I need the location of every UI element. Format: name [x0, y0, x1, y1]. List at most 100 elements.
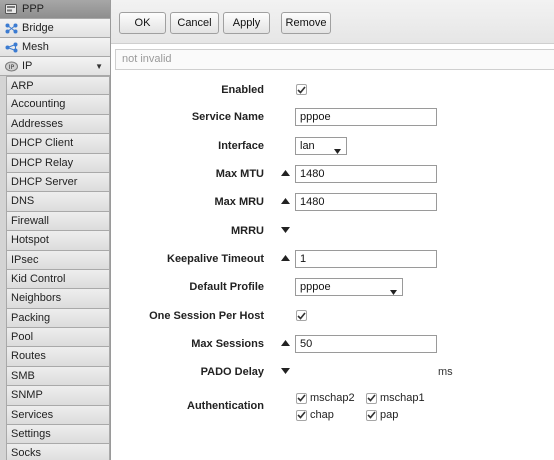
sidebar-item-smb[interactable]: SMB	[6, 366, 110, 387]
chevron-down-icon	[390, 284, 397, 300]
default-profile-row: Default Profile pppoe	[111, 278, 554, 298]
default-profile-label: Default Profile	[189, 281, 264, 293]
max-mru-label: Max MRU	[214, 196, 264, 208]
mesh-icon	[4, 41, 18, 53]
collapse-up-icon[interactable]	[281, 198, 291, 206]
service-name-label: Service Name	[191, 111, 264, 123]
authentication-label: Authentication	[187, 400, 264, 412]
pap-checkbox[interactable]	[366, 409, 377, 421]
apply-button[interactable]: Apply	[223, 12, 270, 34]
cancel-button[interactable]: Cancel	[170, 12, 219, 34]
bridge-icon	[4, 22, 18, 34]
sidebar-item-addresses[interactable]: Addresses	[6, 114, 110, 135]
sidebar-item-ipsec[interactable]: IPsec	[6, 250, 110, 270]
sidebar-item-hotspot[interactable]: Hotspot	[6, 231, 110, 251]
sidebar-item-settings[interactable]: Settings	[6, 425, 110, 445]
sidebar-item-mesh[interactable]: Mesh	[0, 38, 110, 57]
sidebar-item-dns[interactable]: DNS	[6, 192, 110, 212]
status-message: not invalid	[115, 49, 554, 70]
sidebar-item-label: IP	[22, 59, 33, 72]
check-icon	[297, 311, 306, 320]
check-icon	[297, 411, 306, 419]
sidebar-item-dhcp-relay[interactable]: DHCP Relay	[6, 153, 110, 173]
mschap2-checkbox[interactable]	[296, 392, 307, 404]
max-mru-input[interactable]: 1480	[295, 193, 437, 211]
interface-select[interactable]: lan	[295, 137, 347, 155]
sidebar-item-firewall[interactable]: Firewall	[6, 211, 110, 232]
sidebar-item-arp[interactable]: ARP	[6, 76, 110, 96]
ppp-icon	[4, 3, 18, 15]
interface-row: Interface lan	[111, 137, 554, 157]
one-session-per-host-row: One Session Per Host	[111, 307, 554, 327]
auth-option-mschap1[interactable]: mschap1	[366, 391, 425, 405]
service-name-input[interactable]: pppoe	[295, 108, 437, 126]
mschap1-label: mschap1	[380, 392, 425, 404]
sidebar-item-label: Bridge	[22, 21, 54, 34]
auth-option-chap[interactable]: chap	[296, 408, 334, 422]
sidebar: PPP Bridge Mesh IP IP ▼ ARP Accounting A…	[0, 0, 111, 460]
chevron-down-icon	[334, 143, 341, 159]
interface-value: lan	[300, 140, 315, 152]
interface-label: Interface	[218, 140, 264, 152]
sidebar-item-pool[interactable]: Pool	[6, 328, 110, 348]
sidebar-item-accounting[interactable]: Accounting	[6, 95, 110, 115]
sidebar-item-dhcp-client[interactable]: DHCP Client	[6, 134, 110, 154]
sidebar-item-ppp[interactable]: PPP	[0, 0, 110, 19]
chap-label: chap	[310, 409, 334, 421]
ip-submenu: ARP Accounting Addresses DHCP Client DHC…	[0, 76, 110, 460]
max-sessions-input[interactable]: 50	[295, 335, 437, 353]
check-icon	[297, 394, 306, 402]
main-panel: OK Cancel Apply Remove not invalid Enabl…	[111, 0, 554, 460]
auth-option-pap[interactable]: pap	[366, 408, 398, 422]
mrru-row: MRRU	[111, 222, 554, 242]
collapse-up-icon[interactable]	[281, 340, 291, 348]
chap-checkbox[interactable]	[296, 409, 307, 421]
expand-down-icon[interactable]	[281, 227, 291, 235]
sidebar-item-snmp[interactable]: SNMP	[6, 386, 110, 406]
keepalive-timeout-input[interactable]: 1	[295, 250, 437, 268]
remove-button[interactable]: Remove	[281, 12, 331, 34]
keepalive-timeout-row: Keepalive Timeout 1	[111, 250, 554, 270]
sidebar-item-ip[interactable]: IP IP ▼	[0, 57, 110, 76]
chevron-down-icon[interactable]: ▼	[95, 58, 103, 75]
collapse-up-icon[interactable]	[281, 170, 291, 178]
enabled-row: Enabled	[111, 81, 554, 101]
check-icon	[367, 411, 376, 419]
expand-down-icon[interactable]	[281, 368, 291, 376]
max-mru-row: Max MRU 1480	[111, 193, 554, 213]
enabled-checkbox[interactable]	[296, 84, 307, 95]
sidebar-item-socks[interactable]: Socks	[6, 444, 110, 460]
max-sessions-label: Max Sessions	[191, 338, 264, 350]
default-profile-value: pppoe	[300, 281, 331, 293]
sidebar-item-label: Mesh	[22, 40, 49, 53]
max-mtu-input[interactable]: 1480	[295, 165, 437, 183]
sidebar-item-packing[interactable]: Packing	[6, 308, 110, 329]
mschap2-label: mschap2	[310, 392, 355, 404]
sidebar-item-neighbors[interactable]: Neighbors	[6, 289, 110, 309]
sidebar-item-routes[interactable]: Routes	[6, 347, 110, 367]
svg-text:IP: IP	[8, 64, 14, 71]
sidebar-item-label: PPP	[22, 2, 45, 15]
pado-delay-label: PADO Delay	[200, 366, 264, 378]
service-name-row: Service Name pppoe	[111, 108, 554, 128]
max-mtu-label: Max MTU	[215, 168, 264, 180]
toolbar: OK Cancel Apply Remove	[111, 0, 554, 44]
one-session-per-host-label: One Session Per Host	[149, 310, 264, 322]
ok-button[interactable]: OK	[119, 12, 166, 34]
pado-delay-row: PADO Delay ms	[111, 363, 554, 383]
collapse-up-icon[interactable]	[281, 255, 291, 263]
sidebar-item-bridge[interactable]: Bridge	[0, 19, 110, 38]
auth-option-mschap2[interactable]: mschap2	[296, 391, 355, 405]
sidebar-item-kid-control[interactable]: Kid Control	[6, 269, 110, 290]
mrru-label: MRRU	[231, 225, 264, 237]
one-session-per-host-checkbox[interactable]	[296, 310, 307, 321]
check-icon	[367, 394, 376, 402]
keepalive-timeout-label: Keepalive Timeout	[167, 253, 264, 265]
max-sessions-row: Max Sessions 50	[111, 335, 554, 355]
sidebar-item-dhcp-server[interactable]: DHCP Server	[6, 172, 110, 193]
sidebar-item-services[interactable]: Services	[6, 405, 110, 426]
enabled-label: Enabled	[221, 84, 264, 96]
pap-label: pap	[380, 409, 399, 421]
default-profile-select[interactable]: pppoe	[295, 278, 403, 296]
mschap1-checkbox[interactable]	[366, 392, 377, 404]
